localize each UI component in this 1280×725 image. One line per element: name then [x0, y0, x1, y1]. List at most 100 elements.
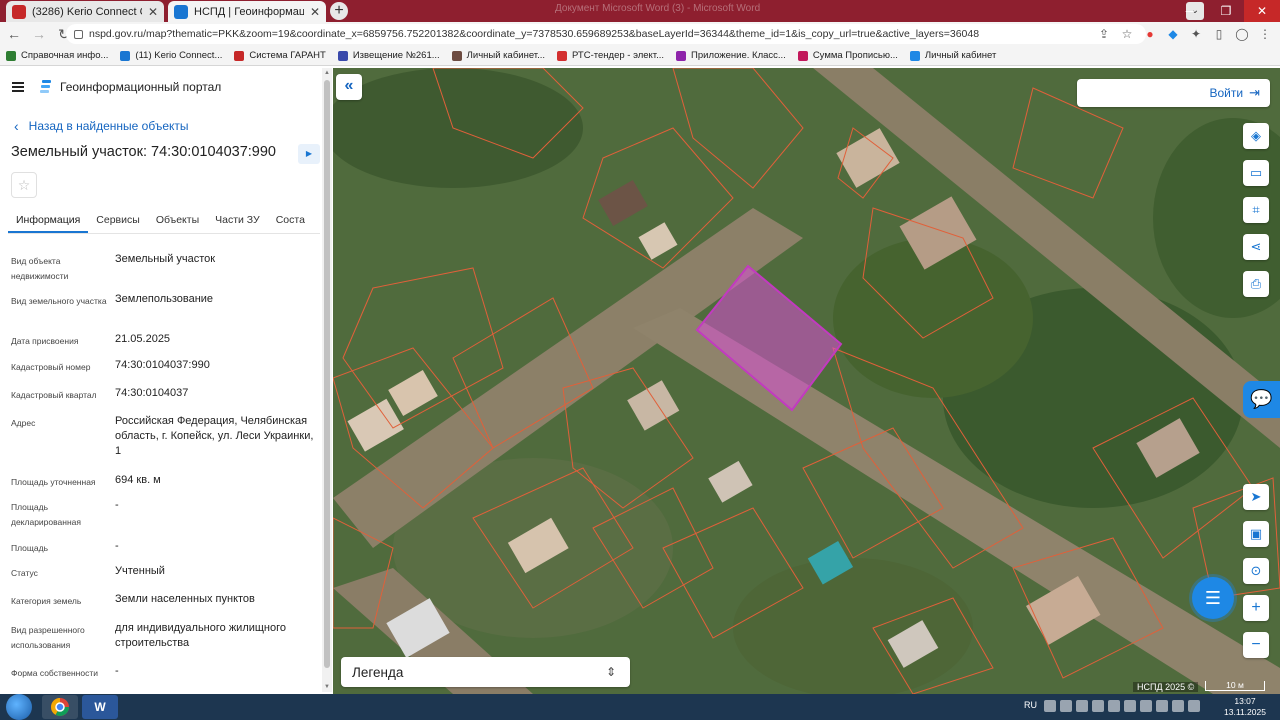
bookmark-favicon-icon [337, 50, 348, 61]
search-location-icon[interactable]: ⊙ [1243, 558, 1269, 584]
attribute-key: Вид земельного участка [11, 296, 107, 306]
new-tab-button[interactable]: + [330, 2, 348, 20]
attribute-value: Землепользование [115, 293, 214, 305]
maximize-icon[interactable]: ❐ [1208, 0, 1244, 22]
collapse-panel-button[interactable]: « [336, 74, 362, 100]
object-info-panel: Геоинформационный портал ‹ Назад в найде… [0, 68, 322, 692]
profile-avatar-icon[interactable]: ◯ [1233, 24, 1251, 44]
window-controls: ─ ❐ ✕ [1172, 0, 1280, 22]
system-clock[interactable]: 13:07 13.11.2025 [1222, 696, 1268, 718]
network-icon[interactable] [1172, 700, 1184, 712]
tray-app-icon[interactable] [1140, 700, 1152, 712]
legend-dropdown[interactable]: Легенда ⇕ [341, 657, 630, 687]
bookmark-item[interactable]: (11) Kerio Connect... [120, 50, 222, 61]
address-bar[interactable]: nspd.gov.ru/map?thematic=PKK&zoom=19&coo… [66, 24, 1146, 44]
tray-app-icon[interactable] [1044, 700, 1056, 712]
kebab-menu-icon[interactable]: ⋮ [1256, 24, 1274, 44]
bookmark-item[interactable]: Личный кабинет [909, 50, 996, 61]
clock-time: 13:07 [1234, 696, 1256, 706]
word-taskbar-icon[interactable]: W [82, 695, 118, 719]
share-icon[interactable]: ⋖ [1243, 234, 1269, 260]
portal-title: Геоинформационный портал [60, 80, 222, 94]
tray-app-icon[interactable] [1156, 700, 1168, 712]
attribute-key: Категория земель [11, 596, 82, 606]
close-window-icon[interactable]: ✕ [1244, 0, 1280, 22]
tab-information[interactable]: Информация [8, 208, 89, 233]
browser-tab-nspd[interactable]: НСПД | Геоинформационный п ✕ [168, 1, 326, 22]
attribute-row: Кадастровый номер 74:30:0104037:990 [11, 358, 321, 375]
select-area-icon[interactable]: ⌗ [1243, 197, 1269, 223]
chrome-taskbar-icon[interactable] [42, 695, 78, 719]
attribute-row: Вид разрешенного использования для индиви… [11, 621, 321, 653]
geolocation-icon[interactable]: ➤ [1243, 484, 1269, 510]
bookmark-item[interactable]: Система ГАРАНТ [234, 50, 326, 61]
attribute-key: Форма собственности [11, 668, 98, 678]
support-chat-button[interactable]: ☰ [1192, 577, 1234, 619]
browser-tab-kerio[interactable]: (3286) Kerio Connect Client ✕ [6, 1, 164, 22]
scroll-down-icon[interactable]: ▼ [324, 684, 330, 690]
map-view[interactable] [333, 68, 1280, 694]
close-tab-icon[interactable]: ✕ [310, 5, 320, 19]
kerio-favicon-icon [12, 4, 26, 19]
favorite-star-button[interactable]: ☆ [11, 172, 37, 198]
tray-app-icon[interactable] [1060, 700, 1072, 712]
url-text: nspd.gov.ru/map?thematic=PKK&zoom=19&coo… [89, 28, 980, 40]
attribute-value: 21.05.2025 [115, 333, 171, 345]
windows-start-icon[interactable] [6, 694, 32, 720]
tab-objects[interactable]: Объекты [148, 208, 207, 233]
bookmark-item[interactable]: Сумма Прописью... [797, 50, 898, 61]
zoom-in-button[interactable]: + [1243, 595, 1269, 621]
yandex-extension-icon[interactable]: ● [1141, 24, 1159, 44]
bookmark-item[interactable]: Справочная инфо... [6, 50, 108, 61]
scroll-up-icon[interactable]: ▲ [324, 70, 330, 76]
attribute-row: Статус Учтенный [11, 564, 321, 581]
side-panel-icon[interactable]: ▯ [1210, 24, 1228, 44]
bookmark-item[interactable]: Извещение №261... [337, 50, 440, 61]
object-tabs: Информация Сервисы Объекты Части ЗУ Сост… [8, 208, 320, 234]
minimize-icon[interactable]: ─ [1172, 0, 1208, 22]
bookmark-star-icon[interactable]: ☆ [1118, 24, 1136, 44]
keyboard-language[interactable]: RU [1024, 700, 1037, 710]
tab-services[interactable]: Сервисы [88, 208, 148, 233]
tray-app-icon[interactable] [1092, 700, 1104, 712]
close-tab-icon[interactable]: ✕ [148, 5, 158, 19]
assistant-chat-icon[interactable]: 💬 [1243, 381, 1280, 418]
attribute-key: Площадь [11, 543, 49, 553]
tray-app-icon[interactable] [1108, 700, 1120, 712]
tab-parcel-parts[interactable]: Части ЗУ [207, 208, 268, 233]
hamburger-menu-icon[interactable] [12, 82, 24, 92]
system-tray [1044, 700, 1200, 712]
back-to-results-link[interactable]: ‹ Назад в найденные объекты [14, 118, 189, 134]
ruler-icon[interactable]: ▭ [1243, 160, 1269, 186]
share-icon[interactable]: ⇪ [1095, 24, 1113, 44]
login-button[interactable]: Войти ⇥ [1077, 79, 1270, 107]
bookmark-favicon-icon [909, 50, 920, 61]
attribute-row: Дата присвоения 21.05.2025 [11, 332, 321, 349]
zoom-out-button[interactable]: − [1243, 632, 1269, 658]
scrollbar-thumb[interactable] [324, 80, 330, 668]
volume-icon[interactable] [1188, 700, 1200, 712]
tab-composition[interactable]: Соста [268, 208, 313, 233]
tray-app-icon[interactable] [1124, 700, 1136, 712]
attribute-key: Адрес [11, 418, 36, 428]
back-arrow-icon[interactable]: ← [3, 23, 25, 45]
bookmark-item[interactable]: РТС-тендер - элект... [557, 50, 664, 61]
layers-icon[interactable]: ◈ [1243, 123, 1269, 149]
bookmark-item[interactable]: Личный кабинет... [451, 50, 545, 61]
attribute-key: Площадь уточненная [11, 477, 96, 487]
minimap-icon[interactable]: ▣ [1243, 521, 1269, 547]
panel-scrollbar[interactable]: ▲ ▼ [322, 68, 332, 692]
tab-title: НСПД | Геоинформационный п [194, 5, 304, 18]
puzzle-extensions-icon[interactable]: ✦ [1187, 24, 1205, 44]
windows-taskbar: W RU 13:07 13.11.2025 [0, 694, 1280, 720]
print-icon[interactable]: ⎙ [1243, 271, 1269, 297]
forward-arrow-icon[interactable]: → [28, 23, 50, 45]
attribute-value: 74:30:0104037:990 [115, 359, 210, 371]
bookmark-favicon-icon [797, 50, 808, 61]
bookmark-item[interactable]: Приложение. Класс... [676, 50, 786, 61]
browser-tabstrip: (3286) Kerio Connect Client ✕ НСПД | Гео… [0, 0, 1280, 22]
attribute-key: Вид объекта недвижимости [11, 256, 69, 281]
tray-app-icon[interactable] [1076, 700, 1088, 712]
extension-icon[interactable]: ◆ [1164, 24, 1182, 44]
tabs-scroll-right-button[interactable]: ▶ [298, 144, 320, 164]
